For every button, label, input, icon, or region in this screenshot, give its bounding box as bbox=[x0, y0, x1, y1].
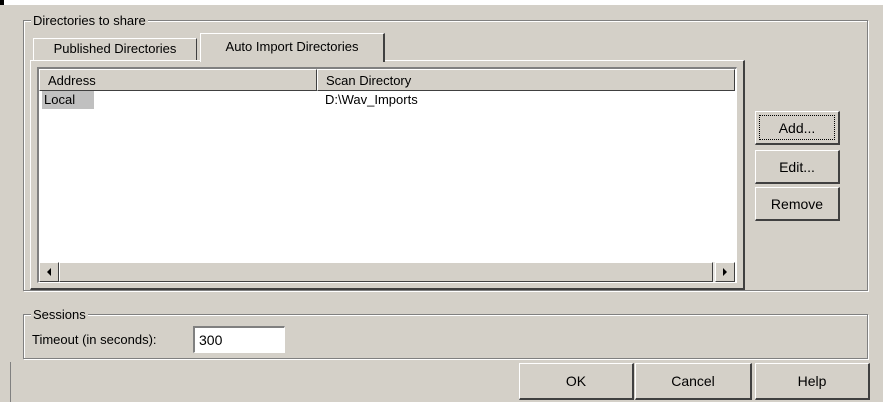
scroll-thumb[interactable] bbox=[59, 262, 713, 282]
timeout-input[interactable] bbox=[193, 326, 285, 353]
tab-label: Published Directories bbox=[53, 41, 177, 56]
tab-label: Auto Import Directories bbox=[225, 39, 359, 54]
column-header-scan-directory[interactable]: Scan Directory bbox=[317, 69, 735, 91]
cell-address: Local bbox=[42, 91, 94, 109]
cancel-button[interactable]: Cancel bbox=[635, 363, 752, 400]
arrow-right-icon bbox=[723, 268, 727, 276]
column-header-address[interactable]: Address bbox=[39, 69, 317, 91]
table-row[interactable]: Local D:\Wav_Imports bbox=[39, 91, 735, 109]
tab-auto-import-directories[interactable]: Auto Import Directories bbox=[200, 33, 385, 62]
timeout-label: Timeout (in seconds): bbox=[32, 332, 157, 347]
scroll-left-button[interactable] bbox=[39, 262, 59, 282]
window-top-edge bbox=[0, 0, 883, 5]
footer-left-line bbox=[10, 362, 11, 402]
directories-legend: Directories to share bbox=[31, 13, 148, 28]
window-corner bbox=[0, 0, 4, 5]
arrow-left-icon bbox=[47, 268, 51, 276]
sessions-legend: Sessions bbox=[31, 307, 88, 322]
horizontal-scrollbar[interactable] bbox=[39, 262, 735, 282]
scroll-right-button[interactable] bbox=[715, 262, 735, 282]
add-button[interactable]: Add... bbox=[755, 111, 840, 145]
cell-scan-directory: D:\Wav_Imports bbox=[325, 92, 418, 107]
directory-listview[interactable]: Address Scan Directory Local D:\Wav_Impo… bbox=[37, 67, 737, 283]
remove-button[interactable]: Remove bbox=[755, 187, 840, 221]
help-button[interactable]: Help bbox=[755, 363, 870, 400]
edit-button[interactable]: Edit... bbox=[755, 150, 840, 184]
tab-published-directories[interactable]: Published Directories bbox=[33, 38, 197, 61]
ok-button[interactable]: OK bbox=[519, 363, 634, 400]
